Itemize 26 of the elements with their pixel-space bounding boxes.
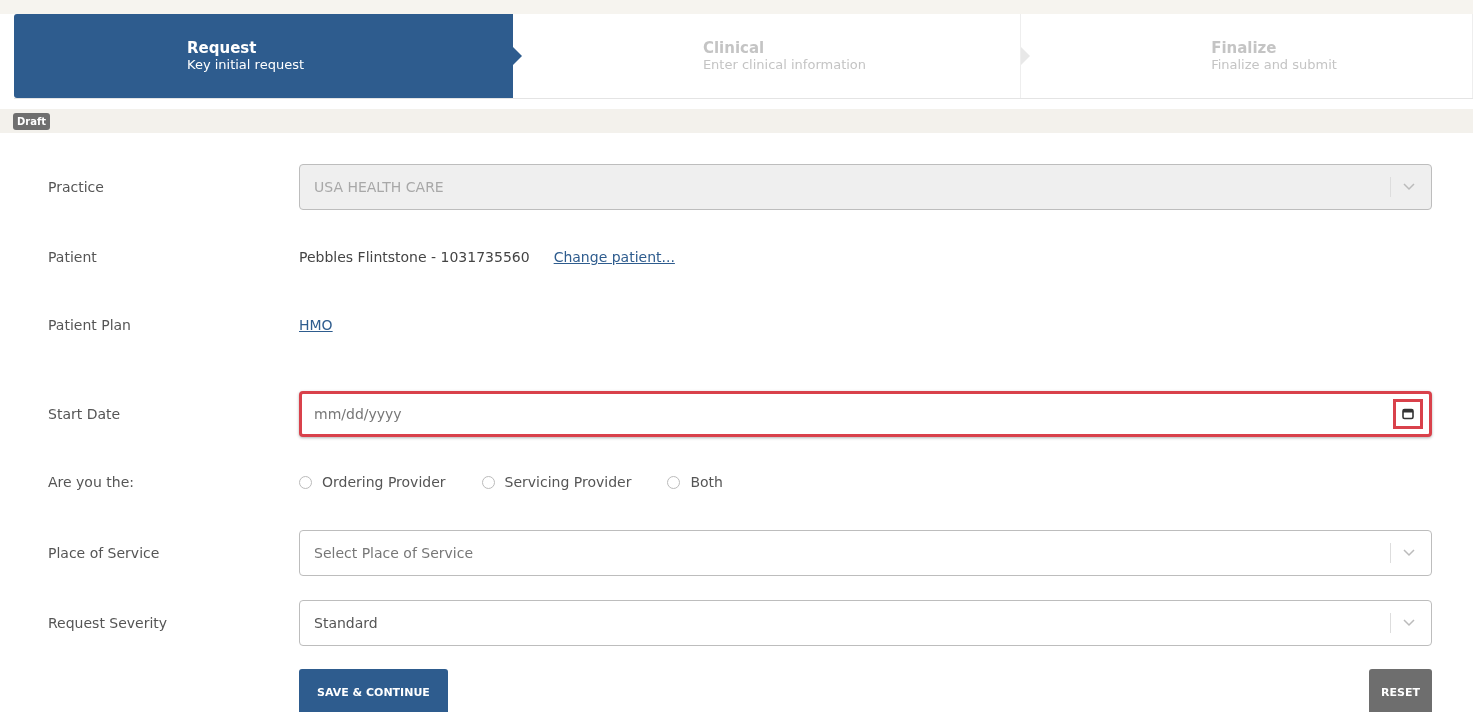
field-label: Practice [48, 179, 105, 195]
step-arrow-icon [512, 47, 522, 65]
plan-link[interactable]: HMO [299, 316, 333, 333]
field-label: Are you the: [48, 474, 135, 490]
reset-button[interactable]: RESET [1369, 669, 1432, 712]
radio-option[interactable]: Ordering Provider [299, 474, 446, 490]
field-label: Request Severity [48, 615, 169, 631]
calendar-button[interactable] [1393, 399, 1423, 429]
select-field[interactable]: Standard [299, 600, 1432, 646]
save-continue-button[interactable]: SAVE & CONTINUE [299, 669, 448, 712]
field-label: Patient Plan [48, 316, 132, 333]
radio-option[interactable]: Both [667, 474, 723, 490]
field-label: Start Date [48, 406, 122, 422]
field-label: Place of Service [48, 545, 161, 561]
chevron-down-icon [1403, 183, 1415, 191]
chevron-down-icon [1403, 549, 1415, 557]
chevron-down-icon [1403, 619, 1415, 627]
patient-name: Pebbles Flintstone - 1031735560 [299, 249, 530, 265]
calendar-icon [1402, 408, 1414, 420]
status-badge: Draft [13, 112, 51, 130]
date-field[interactable]: mm/dd/yyyy [299, 391, 1432, 437]
select-field[interactable]: Select Place of Service [299, 530, 1432, 576]
change-patient-link[interactable]: Change patient... [553, 249, 675, 265]
field-label: Patient [48, 249, 98, 265]
wizard-step[interactable]: Request Key initial request [14, 14, 513, 98]
radio-option[interactable]: Servicing Provider [481, 474, 632, 490]
